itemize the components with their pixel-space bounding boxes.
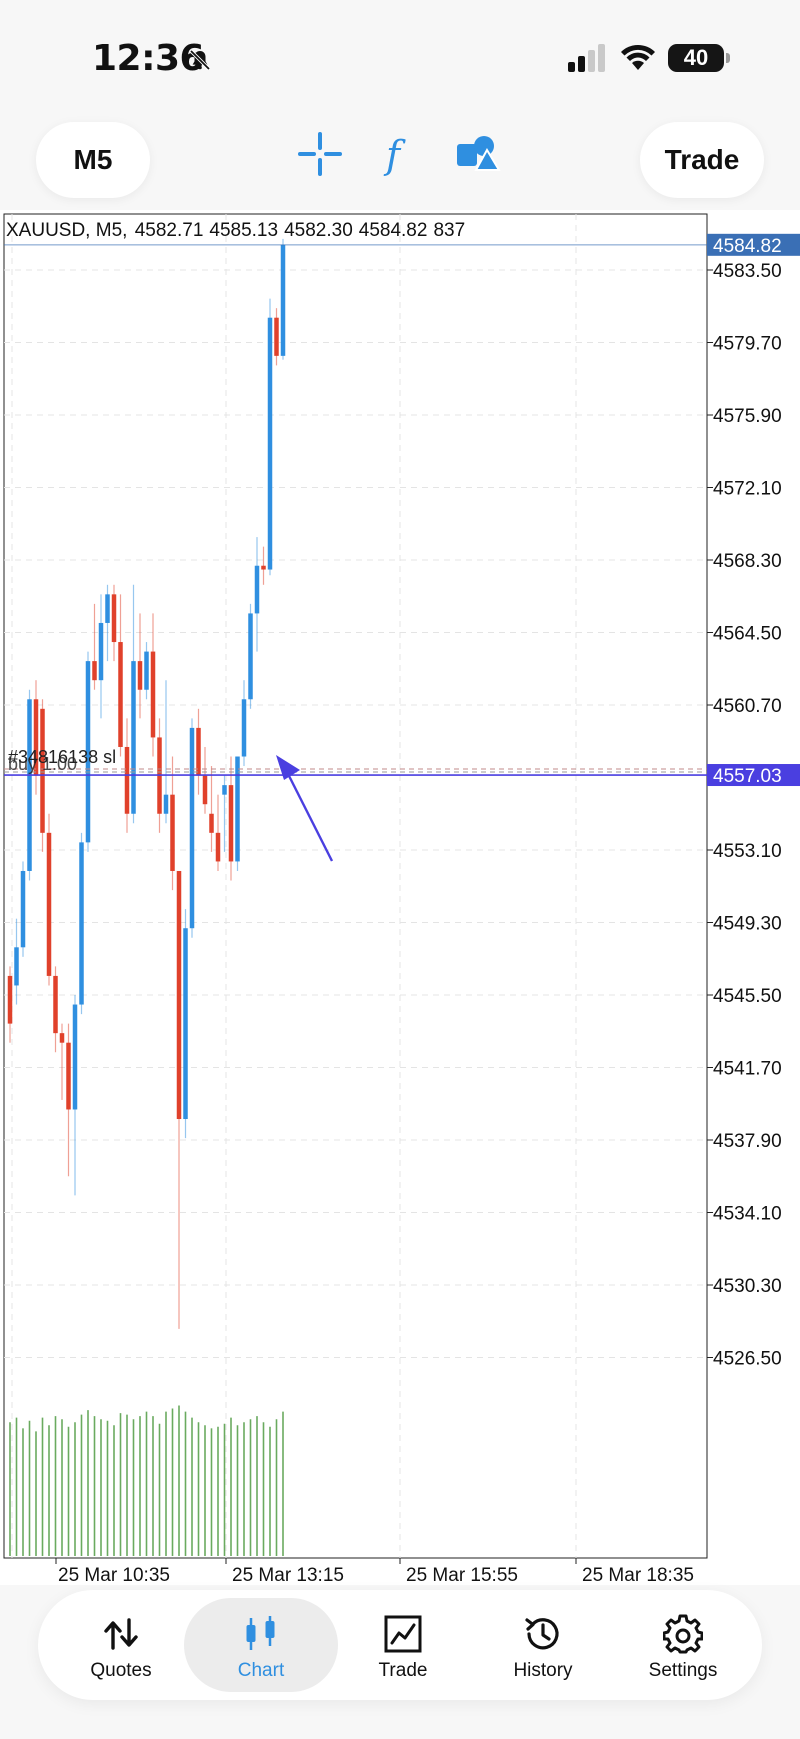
candle-body	[46, 832, 52, 976]
tab-settings-label: Settings	[648, 1660, 718, 1681]
battery-indicator: 40	[668, 44, 730, 72]
candle-body	[92, 661, 97, 681]
y-tick-label: 4564.50	[713, 624, 782, 645]
candle-body	[189, 727, 195, 929]
position-type-label: buy 1.00	[8, 754, 77, 774]
x-tick-label: 25 Mar 10:35	[58, 1565, 170, 1585]
candle-body	[163, 794, 169, 814]
tab-quotes-label: Quotes	[90, 1660, 152, 1681]
y-tick-label: 4534.10	[713, 1204, 782, 1225]
ohlc-low: 4582.30	[284, 220, 353, 241]
candle-body	[183, 928, 188, 1120]
y-tick-label: 4579.70	[713, 334, 782, 355]
candle-body	[111, 594, 117, 643]
trade-button[interactable]: Trade	[640, 122, 764, 198]
ohlc-volume: 837	[433, 220, 466, 241]
candle-body	[176, 870, 182, 1120]
candle-body	[118, 642, 123, 747]
candlestick-chart-icon	[246, 1616, 275, 1650]
quotes-arrows-icon	[104, 1618, 138, 1650]
tab-trade-label: Trade	[378, 1660, 428, 1681]
candle-body	[20, 870, 26, 948]
candle-body	[79, 842, 84, 1005]
ohlc-high: 4585.13	[209, 220, 279, 241]
tab-trade[interactable]: Trade	[334, 1598, 472, 1692]
crosshair-icon[interactable]	[296, 130, 344, 178]
candle-body	[170, 794, 175, 871]
ohlc-header: XAUUSD, M5, 4582.71 4585.13 4582.30 4584.82…	[6, 220, 471, 242]
candle-body	[267, 317, 273, 570]
tab-quotes[interactable]: Quotes	[52, 1598, 190, 1692]
candle-body	[131, 661, 136, 814]
tab-chart[interactable]: Chart	[184, 1598, 338, 1692]
candle-body	[274, 317, 279, 356]
candle-body	[7, 975, 13, 1024]
svg-text:f: f	[383, 133, 406, 177]
y-tick-label: 4541.70	[713, 1059, 782, 1080]
plot-frame	[3, 213, 708, 1559]
candle-body	[105, 594, 110, 623]
chart-toolbar: M5 f Trade	[0, 110, 800, 210]
candle-body	[261, 565, 266, 570]
candle-body	[248, 613, 253, 700]
bell-muted-icon	[189, 49, 211, 71]
y-tick-label: 4530.30	[713, 1276, 782, 1297]
candle-body	[222, 785, 227, 795]
y-tick-label: 4575.90	[713, 406, 782, 427]
candle-body	[228, 785, 234, 862]
candle-body	[124, 746, 130, 814]
candle-body	[59, 1033, 65, 1043]
settings-gear-icon	[663, 1614, 703, 1654]
x-tick-label: 25 Mar 13:15	[232, 1565, 344, 1585]
symbol-timeframe: XAUUSD, M5,	[6, 220, 128, 241]
wifi-icon	[621, 44, 655, 70]
tab-chart-label: Chart	[237, 1660, 285, 1681]
candle-body	[27, 699, 32, 871]
candle-body	[209, 813, 214, 833]
candle-body	[215, 832, 221, 862]
candle-body	[14, 947, 19, 986]
chart-canvas[interactable]: 4583.50 4579.70 4575.90 4572.10 4568.30 4564.…	[0, 210, 800, 1585]
history-clock-icon	[525, 1618, 559, 1650]
bottom-tab-bar: Quotes Chart Trade History Settings	[38, 1590, 762, 1700]
objects-shapes-icon[interactable]	[454, 130, 502, 178]
y-tick-label: 4526.50	[713, 1349, 782, 1370]
y-tick-label: 4583.50	[713, 261, 782, 282]
candle-body	[137, 661, 143, 690]
candle-body	[150, 651, 156, 738]
y-tick-label: 4572.10	[713, 479, 782, 500]
position-price-label: 4557.03	[713, 766, 782, 787]
tab-history[interactable]: History	[474, 1598, 612, 1692]
current-price-label: 4584.82	[713, 236, 782, 257]
y-tick-label: 4568.30	[713, 551, 782, 572]
candle-body	[241, 699, 247, 757]
y-tick-label: 4545.50	[713, 986, 782, 1007]
candle-body	[254, 565, 260, 614]
ohlc-close: 4584.82	[358, 220, 428, 241]
candle-body	[280, 244, 286, 356]
y-tick-label: 4553.10	[713, 841, 782, 862]
tab-settings[interactable]: Settings	[614, 1598, 752, 1692]
y-tick-label: 4549.30	[713, 914, 782, 935]
tab-history-label: History	[513, 1660, 573, 1681]
y-tick-label: 4560.70	[713, 696, 782, 717]
candle-body	[53, 975, 58, 1034]
cellular-signal-icon	[568, 44, 605, 72]
candle-body	[196, 727, 201, 776]
candle-body	[144, 651, 149, 690]
trade-line-chart-icon	[384, 1615, 422, 1653]
candle-body	[66, 1042, 71, 1110]
indicators-function-icon[interactable]: f	[374, 130, 422, 178]
candle-body	[72, 1004, 78, 1110]
y-tick-label: 4537.90	[713, 1131, 782, 1152]
candle-body	[202, 775, 208, 805]
timeframe-button[interactable]: M5	[36, 122, 150, 198]
ohlc-open: 4582.71	[134, 220, 204, 241]
candle-body	[98, 622, 104, 681]
x-tick-label: 25 Mar 18:35	[582, 1565, 694, 1585]
status-bar: 12:36 40	[0, 0, 800, 110]
x-tick-label: 25 Mar 15:55	[406, 1565, 518, 1585]
price-chart[interactable]: 4583.50 4579.70 4575.90 4572.10 4568.30 4564.…	[0, 210, 800, 1585]
